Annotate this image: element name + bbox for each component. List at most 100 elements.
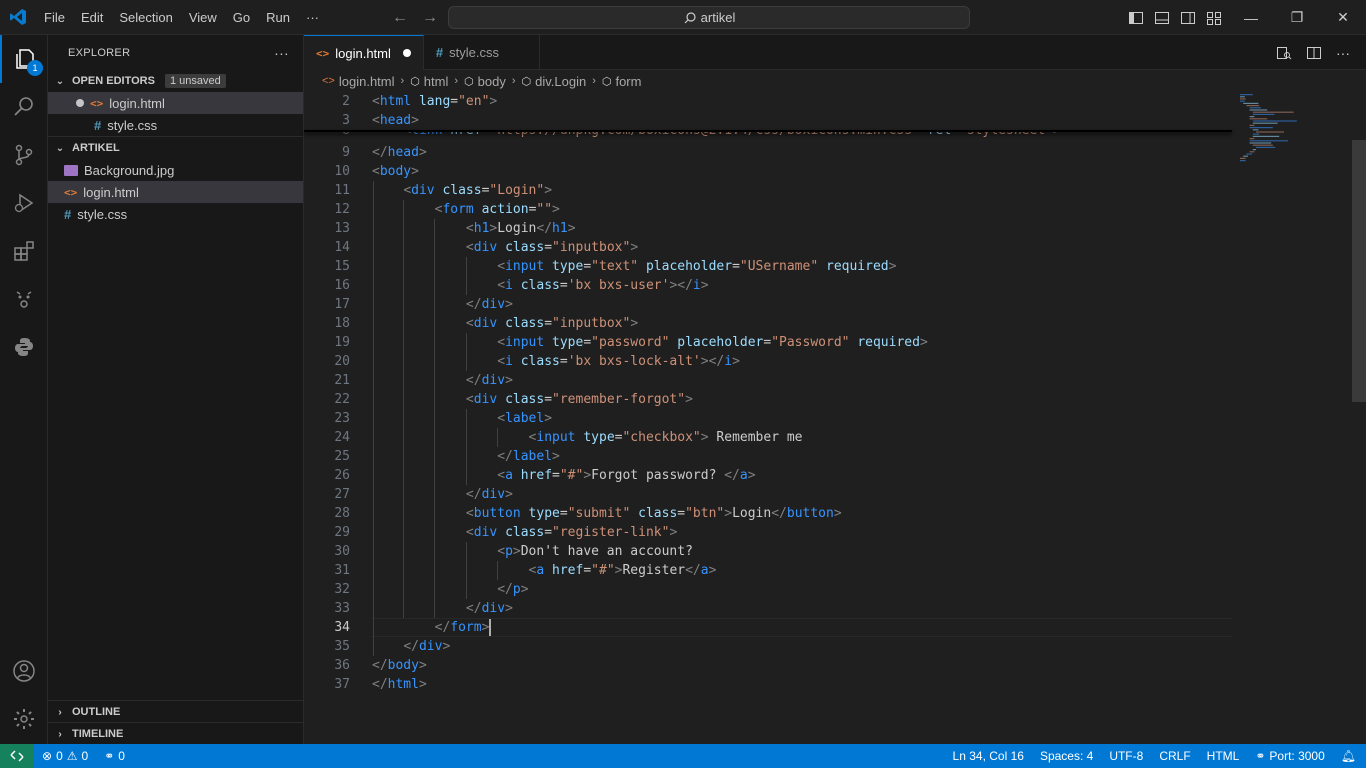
tab-login-html[interactable]: <> login.html (304, 35, 424, 70)
breadcrumb-item[interactable]: form (615, 74, 641, 89)
code-line[interactable]: </div> (372, 485, 513, 504)
breadcrumb-item[interactable]: body (478, 74, 506, 89)
code-line[interactable]: <button type="submit" class="btn">Login<… (372, 504, 842, 523)
code-line[interactable]: <i class='bx bxs-user'></i> (372, 276, 708, 295)
remote-indicator-icon[interactable] (0, 744, 34, 768)
language-mode[interactable]: HTML (1199, 749, 1248, 763)
code-line[interactable]: </div> (372, 295, 513, 314)
code-line[interactable]: <div class="remember-forgot"> (372, 390, 693, 409)
menu-item[interactable]: View (181, 0, 225, 35)
extensions-icon[interactable] (0, 227, 48, 275)
back-arrow-icon[interactable]: ← (392, 9, 408, 27)
close-icon[interactable]: ✕ (1320, 0, 1366, 35)
file-item-login-html[interactable]: <> login.html (48, 181, 303, 203)
explorer-more-actions[interactable]: ··· (274, 45, 289, 61)
explorer-icon[interactable]: 1 (0, 35, 48, 83)
code-line[interactable]: <a href="#">Forgot password? </a> (372, 466, 755, 485)
code-line[interactable]: </p> (372, 580, 528, 599)
code-line[interactable]: </div> (372, 371, 513, 390)
breadcrumb: <> login.html › ⬡ html › ⬡ body › ⬡ div.Login › ⬡ for… (304, 70, 1366, 92)
code-line[interactable]: <form action=""> (372, 200, 560, 219)
breadcrumb-item[interactable]: div.Login (535, 74, 586, 89)
menu-item[interactable]: Run (258, 0, 298, 35)
line-number: 29 (334, 525, 350, 540)
timeline-section[interactable]: › TIMELINE (48, 722, 304, 745)
broadcast-icon: ⚭ (1255, 749, 1266, 763)
code-line[interactable]: <a href="#">Register</a> (372, 561, 717, 580)
open-editor-item-style-css[interactable]: # style.css (48, 114, 303, 136)
code-line[interactable]: <input type="checkbox"> Remember me (372, 428, 803, 447)
indentation[interactable]: Spaces: 4 (1032, 749, 1101, 763)
code-line[interactable]: <head> (372, 111, 419, 130)
chevron-right-icon: › (400, 75, 405, 87)
code-line[interactable]: <input type="password" placeholder="Pass… (372, 333, 928, 352)
menu-item[interactable]: Edit (73, 0, 111, 35)
code-line[interactable]: <html lang="en"> (372, 92, 497, 111)
menu-item[interactable]: Go (225, 0, 258, 35)
code-line[interactable]: <div class="inputbox"> (372, 314, 638, 333)
open-editor-item-login-html[interactable]: <> login.html (48, 92, 303, 114)
code-line[interactable]: </div> (372, 599, 513, 618)
ports-status[interactable]: ⚭ 0 (96, 749, 133, 763)
scrollbar-thumb[interactable] (1352, 140, 1366, 402)
search-icon[interactable] (0, 83, 48, 131)
file-item-background-jpg[interactable]: Background.jpg (48, 159, 303, 181)
indent-guide (372, 181, 374, 656)
minimize-icon[interactable]: — (1228, 0, 1274, 35)
menu-item[interactable]: Selection (111, 0, 180, 35)
open-preview-icon[interactable] (1276, 45, 1292, 61)
file-item-style-css[interactable]: # style.css (48, 203, 303, 225)
end-of-line[interactable]: CRLF (1151, 749, 1198, 763)
code-line[interactable]: </body> (372, 656, 427, 675)
code-line[interactable]: <div class="Login"> (372, 181, 552, 200)
split-editor-icon[interactable] (1306, 45, 1322, 61)
problems-status[interactable]: ⊗ 0 ⚠ 0 (34, 749, 96, 763)
code-line[interactable]: <p>Don't have an account? (372, 542, 693, 561)
unsaved-dot-icon[interactable] (76, 99, 84, 107)
live-server-port[interactable]: ⚭ Port: 3000 (1247, 749, 1332, 763)
live-share-icon[interactable] (0, 275, 48, 323)
cursor-position[interactable]: Ln 34, Col 16 (945, 749, 1032, 763)
code-line[interactable]: <i class='bx bxs-lock-alt'></i> (372, 352, 740, 371)
breadcrumb-item[interactable]: login.html (339, 74, 395, 89)
vertical-scrollbar[interactable] (1352, 92, 1366, 744)
code-line[interactable]: </div> (372, 637, 450, 656)
command-center-search[interactable]: artikel (448, 6, 970, 29)
code-line[interactable]: <div class="inputbox"> (372, 238, 638, 257)
minimap-line (1256, 146, 1276, 148)
code-editor[interactable]: 2389101112131415161718192021222324252627… (304, 92, 1366, 744)
menu-item[interactable]: ··· (298, 0, 327, 35)
chevron-right-icon: › (58, 728, 62, 740)
python-icon[interactable] (0, 323, 48, 371)
code-line[interactable]: </head> (372, 143, 427, 162)
restore-icon[interactable]: ❐ (1274, 0, 1320, 35)
unsaved-dot-icon[interactable] (402, 49, 411, 57)
breadcrumb-item[interactable]: html (424, 74, 449, 89)
encoding[interactable]: UTF-8 (1101, 749, 1151, 763)
customize-layout-icon[interactable] (1206, 10, 1222, 26)
notifications-bell-icon[interactable]: 🔔︎ (1333, 749, 1366, 763)
more-actions-icon[interactable]: ··· (1336, 45, 1350, 61)
code-line[interactable]: <div class="register-link"> (372, 523, 677, 542)
code-line[interactable]: <input type="text" placeholder="USername… (372, 257, 896, 276)
outline-section[interactable]: › OUTLINE (48, 700, 304, 723)
code-line[interactable]: </form> (372, 618, 492, 637)
tab-style-css[interactable]: # style.css (424, 35, 540, 70)
folder-header-artikel[interactable]: ⌄ ARTIKEL (48, 137, 303, 159)
open-editors-header[interactable]: ⌄ OPEN EDITORS 1 unsaved (48, 70, 303, 92)
minimap-line (1240, 160, 1246, 162)
minimap-line (1252, 135, 1280, 137)
code-line[interactable]: </html> (372, 675, 427, 694)
toggle-panel-icon[interactable] (1154, 10, 1170, 26)
code-line[interactable]: <body> (372, 162, 419, 181)
minimap[interactable] (1232, 92, 1350, 744)
accounts-icon[interactable] (0, 647, 48, 695)
settings-gear-icon[interactable] (0, 695, 48, 743)
run-debug-icon[interactable] (0, 179, 48, 227)
toggle-secondary-sidebar-icon[interactable] (1180, 10, 1196, 26)
toggle-primary-sidebar-icon[interactable] (1128, 10, 1144, 26)
forward-arrow-icon[interactable]: → (422, 9, 438, 27)
code-line[interactable]: <label> (372, 409, 552, 428)
source-control-icon[interactable] (0, 131, 48, 179)
menu-item[interactable]: File (36, 0, 73, 35)
